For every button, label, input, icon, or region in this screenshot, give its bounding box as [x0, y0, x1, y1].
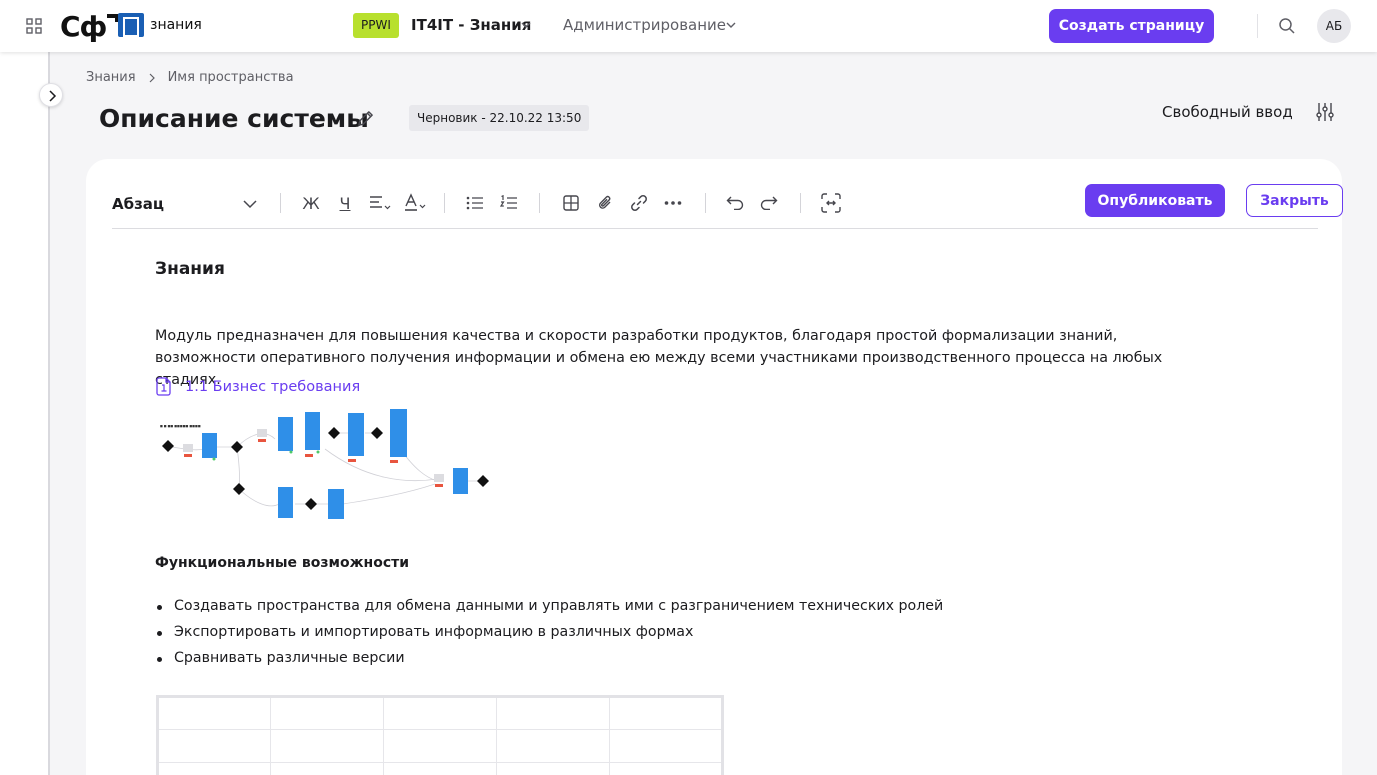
- settings-sliders-icon[interactable]: [1316, 102, 1334, 122]
- table-icon: [563, 195, 579, 211]
- table-row: [157, 696, 723, 730]
- table-cell[interactable]: [496, 762, 610, 775]
- doc-subheading: Функциональные возможности: [155, 555, 410, 571]
- document-link-icon: [156, 377, 171, 396]
- insert-table-button[interactable]: [558, 190, 584, 216]
- toolbar-divider: [705, 193, 706, 213]
- bullet-list-icon: [466, 196, 483, 210]
- admin-menu[interactable]: Администрирование: [563, 16, 726, 34]
- table-cell[interactable]: [383, 729, 497, 763]
- doc-heading: Знания: [155, 259, 225, 279]
- mode-label[interactable]: Свободный ввод: [1162, 103, 1293, 121]
- toolbar-divider: [800, 193, 801, 213]
- attachment-icon: [599, 195, 611, 209]
- list-item: Создавать пространства для обмена данным…: [155, 595, 943, 621]
- table-cell[interactable]: [270, 729, 384, 763]
- table-cell[interactable]: [496, 696, 610, 730]
- toolbar-divider: [539, 193, 540, 213]
- redo-icon: [760, 196, 778, 210]
- table-cell[interactable]: [496, 729, 610, 763]
- list-item: Экспортировать и импортировать информаци…: [155, 621, 943, 647]
- pencil-icon[interactable]: [356, 109, 375, 128]
- table-row: [157, 729, 723, 763]
- avatar[interactable]: АБ: [1317, 9, 1351, 43]
- align-icon: [370, 196, 391, 210]
- top-bar: Сф знания PPWI IT4IT - Знания Администри…: [0, 0, 1377, 52]
- numbered-list-icon: [500, 195, 517, 209]
- table-cell[interactable]: [383, 696, 497, 730]
- embedded-diagram[interactable]: ■ ■ ■■ ■■■■■ ■■■■: [155, 409, 497, 537]
- breadcrumb-item-knowledge[interactable]: Знания: [86, 70, 136, 85]
- space-switcher[interactable]: IT4IT - Знания: [411, 16, 531, 34]
- numbered-list-button[interactable]: [496, 190, 522, 216]
- block-type-select[interactable]: Абзац: [112, 191, 262, 217]
- space-badge[interactable]: PPWI: [353, 13, 399, 38]
- bold-icon: Ж: [302, 193, 320, 213]
- bullet-list-button[interactable]: [462, 190, 488, 216]
- chevron-right-icon: [49, 90, 57, 102]
- toolbar-divider: [280, 193, 281, 213]
- undo-button[interactable]: [722, 190, 748, 216]
- block-type-value: Абзац: [112, 195, 165, 213]
- bold-button[interactable]: Ж: [298, 190, 324, 216]
- left-sidebar: [0, 52, 50, 775]
- undo-icon: [726, 196, 744, 210]
- table-cell[interactable]: [270, 762, 384, 775]
- list-item: Сравнивать различные версии: [155, 647, 943, 673]
- logo-word: знания: [150, 17, 202, 33]
- table-cell[interactable]: [609, 696, 723, 730]
- app-logo[interactable]: Сф знания: [60, 10, 202, 43]
- underline-button[interactable]: Ч: [332, 190, 358, 216]
- table-cell[interactable]: [157, 762, 271, 775]
- logo-mark-icon: [118, 13, 144, 37]
- logo-text: Сф: [60, 10, 107, 43]
- bullet-list: Создавать пространства для обмена данным…: [155, 595, 943, 673]
- attach-file-button[interactable]: [592, 190, 618, 216]
- underline-icon: Ч: [339, 193, 351, 213]
- divider: [1257, 14, 1258, 38]
- text-color-icon: [405, 193, 426, 211]
- page-link-text: 1.1 Бизнес требования: [185, 378, 361, 395]
- sidebar-expand-button[interactable]: [39, 83, 63, 107]
- more-icon: [664, 201, 682, 205]
- fullscreen-icon: [821, 193, 841, 213]
- align-button[interactable]: [367, 190, 393, 216]
- text-color-button[interactable]: [402, 190, 428, 216]
- chevron-down-icon: [243, 200, 257, 209]
- page-title: Описание системы: [99, 104, 369, 133]
- svg-text:■ ■ ■■ ■■■■■ ■■■■: ■ ■ ■■ ■■■■■ ■■■■: [160, 424, 201, 428]
- publish-button[interactable]: Опубликовать: [1085, 184, 1225, 217]
- table-cell[interactable]: [157, 729, 271, 763]
- table-cell[interactable]: [270, 696, 384, 730]
- more-options-button[interactable]: [660, 190, 686, 216]
- chevron-right-icon: [149, 73, 155, 82]
- table-cell[interactable]: [157, 696, 271, 730]
- breadcrumb: Знания Имя пространства: [86, 70, 294, 85]
- apps-grid-icon[interactable]: [26, 18, 42, 34]
- table-row: [157, 762, 723, 775]
- doc-table[interactable]: [156, 695, 724, 775]
- fullscreen-button[interactable]: [818, 190, 844, 216]
- table-cell[interactable]: [383, 762, 497, 775]
- editor-card: Абзац Ж Ч Опубликовать Закрыть Знания Мо…: [86, 159, 1343, 775]
- page-link[interactable]: 1.1 Бизнес требования: [155, 377, 360, 396]
- link-icon: [631, 195, 647, 211]
- toolbar-divider: [444, 193, 445, 213]
- status-badge: Черновик - 22.10.22 13:50: [409, 105, 590, 131]
- editor-toolbar: Абзац Ж Ч Опубликовать Закрыть: [112, 183, 1343, 229]
- table-cell[interactable]: [609, 762, 723, 775]
- chevron-down-icon[interactable]: [521, 20, 531, 30]
- redo-button[interactable]: [756, 190, 782, 216]
- chevron-down-icon[interactable]: [726, 20, 736, 30]
- create-page-button[interactable]: Создать страницу: [1049, 9, 1214, 43]
- search-icon[interactable]: [1278, 17, 1296, 35]
- breadcrumb-item-space[interactable]: Имя пространства: [168, 70, 294, 85]
- insert-link-button[interactable]: [626, 190, 652, 216]
- close-button[interactable]: Закрыть: [1246, 184, 1343, 217]
- table-cell[interactable]: [609, 729, 723, 763]
